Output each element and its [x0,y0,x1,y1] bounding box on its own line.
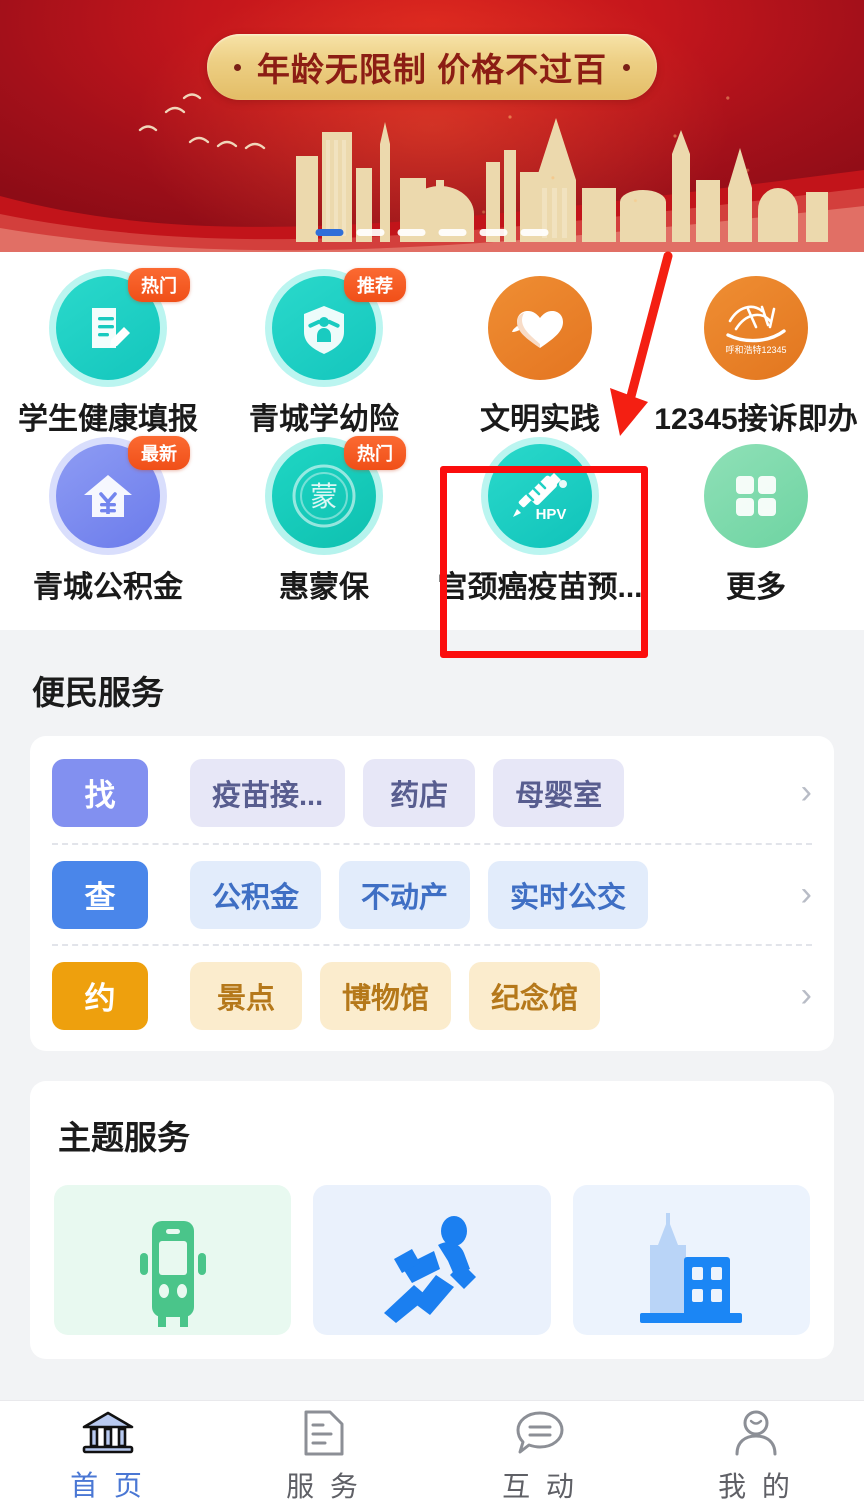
chevron-right-icon[interactable]: › [791,875,812,914]
tab-interaction[interactable]: 互 动 [432,1409,648,1505]
quick-entry-grid: 热门 学生健康填报 推荐 青城学幼险 文明实践 呼和浩特12345 12345接… [0,252,864,630]
grid-more-icon [704,444,808,548]
quick-entry-student-health[interactable]: 热门 学生健康填报 [0,268,216,444]
theme-section: 主题服务 [30,1081,834,1359]
convenience-row-check: 查 公积金 不动产 实时公交 › [52,843,812,944]
tab-label: 我 的 [718,1470,794,1502]
hotline-logo-icon: 呼和浩特12345 [704,276,808,380]
quick-entry-label: 文明实践 [480,403,600,436]
convenience-tag-find[interactable]: 找 [52,758,148,827]
bottom-tabbar: 首 页 服 务 互 动 我 的 [0,1400,864,1512]
quick-entry-hotline-12345[interactable]: 呼和浩特12345 12345接诉即办 [648,276,864,444]
theme-item-sports[interactable] [313,1185,551,1335]
app-screen: 年龄无限制 价格不过百 热门 学生健康填报 推荐 青城学幼险 文明实践 呼和浩特… [0,0,864,1512]
quick-entry-label: 青城公积金 [33,571,183,604]
convenience-chips: 公积金 不动产 实时公交 [190,860,791,929]
icon-holder: HPV [481,437,599,555]
home-building-icon [82,1411,134,1453]
pill-dot-right [623,63,631,71]
convenience-tag-check[interactable]: 查 [52,860,148,929]
chip-housing-fund[interactable]: 公积金 [190,860,322,929]
quick-entry-label: 12345接诉即办 [654,403,858,436]
quick-entry-child-insurance[interactable]: 推荐 青城学幼险 [216,268,432,444]
badge-hot: 热门 [128,268,190,302]
icon-holder: 最新 [49,436,190,555]
tab-services[interactable]: 服 务 [216,1409,432,1505]
chip-realtime-bus[interactable]: 实时公交 [488,860,649,929]
carousel-dot-6[interactable] [520,229,549,236]
tab-label: 服 务 [286,1470,362,1502]
convenience-row-book: 约 景点 博物馆 纪念馆 › [52,944,812,1045]
runner-icon [383,1216,476,1323]
tab-home[interactable]: 首 页 [0,1410,216,1504]
heart-hand-icon [488,276,592,380]
quick-entry-row-1: 热门 学生健康填报 推荐 青城学幼险 文明实践 呼和浩特12345 12345接… [0,268,864,444]
convenience-chips: 景点 博物馆 纪念馆 [190,961,791,1030]
icon-holder [704,444,808,548]
hpv-syringe-icon: HPV [488,444,592,548]
icon-holder: 热门 [49,268,190,387]
chat-bubble-icon [516,1411,564,1453]
svg-text:蒙: 蒙 [310,481,338,512]
theme-item-city[interactable] [572,1185,810,1335]
tab-profile[interactable]: 我 的 [648,1409,864,1505]
convenience-section: 便民服务 找 疫苗接... 药店 母婴室 › 查 公积金 不动产 实时公交 › [0,630,864,1359]
theme-item-transport[interactable] [54,1185,292,1335]
svg-text:HPV: HPV [536,506,567,523]
chevron-right-icon[interactable]: › [791,976,812,1015]
badge-recommended: 推荐 [344,268,406,302]
banner-headline-pill: 年龄无限制 价格不过百 [207,34,657,100]
convenience-title: 便民服务 [32,674,164,711]
tab-label: 首 页 [70,1469,146,1501]
chip-nursing-room[interactable]: 母婴室 [493,758,625,827]
chip-scenic-spot[interactable]: 景点 [190,961,302,1030]
chevron-right-icon[interactable]: › [791,773,812,812]
carousel-dot-1[interactable] [315,229,344,236]
quick-entry-civilization-practice[interactable]: 文明实践 [432,276,648,444]
convenience-chips: 疫苗接... 药店 母婴室 [190,758,791,827]
quick-entry-label: 惠蒙保 [279,571,369,604]
theme-grid [54,1185,810,1335]
quick-entry-hpv-vaccine[interactable]: HPV 宫颈癌疫苗预... [432,437,648,612]
theme-title: 主题服务 [58,1119,190,1156]
icon-holder [488,276,592,380]
bus-icon [139,1221,206,1327]
icon-holder: 蒙 热门 [265,436,406,555]
chip-memorial-hall[interactable]: 纪念馆 [469,961,601,1030]
quick-entry-housing-fund[interactable]: 最新 青城公积金 [0,436,216,612]
promo-banner[interactable]: 年龄无限制 价格不过百 [0,0,864,252]
carousel-dot-4[interactable] [438,229,467,236]
carousel-dot-2[interactable] [356,229,385,236]
pill-dot-left [233,63,241,71]
chip-pharmacy[interactable]: 药店 [363,758,476,827]
quick-entry-label: 学生健康填报 [18,403,198,436]
chip-vaccination[interactable]: 疫苗接... [190,758,346,827]
svg-text:呼和浩特12345: 呼和浩特12345 [725,344,786,355]
icon-holder: 呼和浩特12345 [704,276,808,380]
convenience-row-find: 找 疫苗接... 药店 母婴室 › [52,742,812,843]
carousel-dot-3[interactable] [397,229,426,236]
tab-label: 互 动 [502,1470,578,1502]
chip-museum[interactable]: 博物馆 [320,961,452,1030]
carousel-dot-5[interactable] [479,229,508,236]
buildings-icon [640,1213,743,1323]
person-icon [735,1410,777,1455]
quick-entry-row-2: 最新 青城公积金 蒙 热门 惠蒙保 HPV 宫颈癌疫苗预... 更多 [0,436,864,612]
banner-headline: 年龄无限制 价格不过百 [256,51,608,88]
convenience-card: 找 疫苗接... 药店 母婴室 › 查 公积金 不动产 实时公交 › 约 景点 … [30,736,834,1051]
quick-entry-label: 更多 [726,571,786,604]
chip-real-estate[interactable]: 不动产 [339,860,471,929]
carousel-indicators[interactable] [315,229,549,236]
quick-entry-label: 宫颈癌疫苗预... [437,571,643,604]
quick-entry-label: 青城学幼险 [249,403,399,436]
icon-holder: 推荐 [265,268,406,387]
badge-hot: 热门 [344,436,406,470]
convenience-tag-book[interactable]: 约 [52,961,148,1030]
quick-entry-more[interactable]: 更多 [648,444,864,612]
document-icon [304,1410,344,1455]
badge-new: 最新 [128,436,190,470]
quick-entry-huimengbao[interactable]: 蒙 热门 惠蒙保 [216,436,432,612]
